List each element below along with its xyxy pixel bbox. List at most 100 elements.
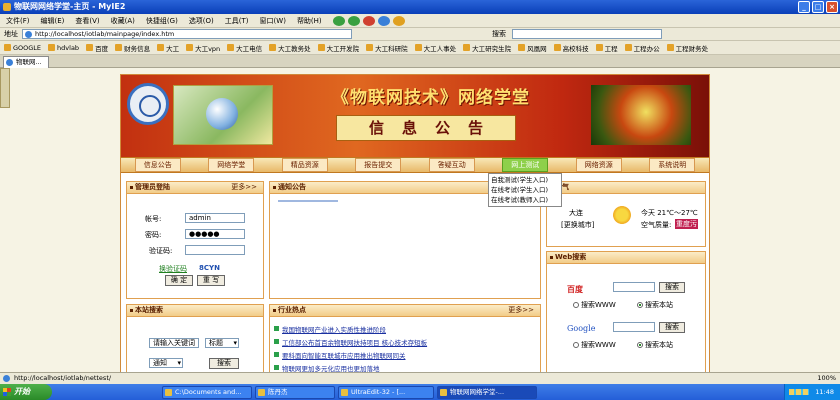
forward-icon[interactable]	[347, 15, 360, 26]
favorite-link[interactable]: 百度	[86, 43, 108, 53]
weather-temp: 今天 21℃～27℃	[641, 209, 698, 217]
menu-help[interactable]: 帮助(H)	[297, 16, 322, 26]
user-label: 帐号:	[145, 215, 162, 223]
browser-icon	[3, 3, 11, 11]
menu-view[interactable]: 查看(V)	[75, 16, 99, 26]
nav-qa[interactable]: 答疑互动	[428, 158, 475, 172]
username-input[interactable]: admin	[185, 213, 245, 223]
address-url: http://localhost/iotlab/mainpage/index.h…	[35, 30, 175, 38]
favorite-link[interactable]: 大工vpn	[186, 43, 220, 53]
radio-selected-icon	[637, 302, 643, 308]
banner-image-globe	[173, 85, 273, 145]
news-item[interactable]: 我国物联网产业进入实质性推进阶段	[274, 324, 386, 334]
baidu-search-input[interactable]	[613, 282, 655, 292]
menu-tools[interactable]: 工具(T)	[225, 16, 249, 26]
favorite-link[interactable]: 工程财务处	[666, 43, 708, 53]
code-input[interactable]	[185, 245, 245, 255]
taskbar-item-active[interactable]: 物联网网络学堂-...	[437, 385, 537, 399]
nav-net-resources[interactable]: 网络资源	[575, 158, 622, 172]
close-button[interactable]: ×	[826, 1, 838, 13]
chevron-down-icon: ▾	[233, 339, 237, 347]
menu-options[interactable]: 选项(O)	[189, 16, 214, 26]
search-input[interactable]	[512, 29, 662, 39]
taskbar-item[interactable]: 陈丹杰	[255, 385, 335, 399]
web-search-header: Web搜索	[547, 252, 705, 264]
stop-icon[interactable]	[362, 15, 375, 26]
menu-groups[interactable]: 快捷组(G)	[146, 16, 178, 26]
favorite-link[interactable]: hdvlab	[48, 44, 79, 52]
tab-main[interactable]: 物联网...	[3, 56, 49, 68]
nav-notices[interactable]: 信息公告	[134, 158, 181, 172]
code-label: 验证码:	[149, 247, 173, 255]
favorite-link[interactable]: GOOGLE	[4, 44, 41, 52]
google-option-www[interactable]: 搜索WWW	[573, 340, 616, 350]
nav-online-test[interactable]: 网上测试	[502, 158, 549, 172]
login-submit-button[interactable]: 确 定	[165, 275, 193, 286]
favorite-link[interactable]: 大工人事处	[414, 43, 456, 53]
baidu-search-button[interactable]: 搜索	[659, 282, 685, 293]
folder-icon	[595, 44, 603, 51]
nav-about[interactable]: 系统说明	[649, 158, 696, 172]
change-code-link[interactable]: 换验证码	[159, 264, 187, 274]
keyword-input[interactable]: 请输入关键词	[149, 338, 199, 348]
weather-panel-header: 天气	[547, 182, 705, 194]
menu-edit[interactable]: 编辑(E)	[41, 16, 65, 26]
home-icon[interactable]	[392, 15, 405, 26]
chevron-down-icon: ▾	[177, 359, 181, 367]
hot-more-link[interactable]: 更多>>	[508, 305, 534, 316]
google-search-button[interactable]: 搜索	[659, 322, 685, 333]
favorite-link[interactable]: 大工科研院	[366, 43, 408, 53]
captcha-image: 8CYN	[199, 264, 220, 272]
field-select[interactable]: 标题 ▾	[205, 338, 239, 348]
zoom-level[interactable]: 100%	[817, 373, 836, 384]
favorite-link[interactable]: 大工	[157, 43, 179, 53]
taskbar-item[interactable]: C:\Documents and...	[162, 385, 252, 399]
login-reset-button[interactable]: 重 写	[197, 275, 225, 286]
favorite-link[interactable]: 大工教务处	[269, 43, 311, 53]
site-page: 《物联网技术》网络学堂 信息公告 信息公告 网络学堂 精品资源 报告提交 答疑互…	[120, 74, 710, 374]
nav-report[interactable]: 报告提交	[355, 158, 402, 172]
address-input[interactable]: http://localhost/iotlab/mainpage/index.h…	[22, 29, 352, 39]
favorite-link[interactable]: 大工开发院	[317, 43, 359, 53]
login-more-link[interactable]: 更多>>	[231, 182, 257, 193]
dropdown-student-exam[interactable]: 在线考试(学生入口)	[491, 185, 559, 195]
start-button[interactable]: 开始	[0, 384, 52, 400]
news-item[interactable]: 工信部公布首百余物联网扶持项目 核心技术存短板	[274, 337, 427, 347]
notice-item[interactable]	[278, 200, 338, 202]
menu-favorites[interactable]: 收藏(A)	[111, 16, 135, 26]
change-city-link[interactable]: [更换城市]	[561, 220, 594, 230]
nav-classroom[interactable]: 网络学堂	[208, 158, 255, 172]
page-icon	[3, 375, 10, 382]
favorite-link[interactable]: 高校科技	[553, 43, 589, 53]
favorite-link[interactable]: 大工电信	[227, 43, 262, 53]
favorite-link[interactable]: 工程办公	[624, 43, 660, 53]
favorite-link[interactable]: 财务信息	[115, 43, 150, 53]
nav-resources[interactable]: 精品资源	[281, 158, 328, 172]
banner-image-fireworks	[591, 85, 691, 145]
online-test-dropdown: 自我测试(学生入口) 在线考试(学生入口) 在线考试(教师入口)	[488, 173, 562, 207]
news-item[interactable]: 要科面向智能互联城市应用推出物联网同关	[274, 350, 406, 360]
menu-file[interactable]: 文件(F)	[6, 16, 30, 26]
site-search-button[interactable]: 搜索	[209, 358, 239, 369]
type-select[interactable]: 通知 ▾	[149, 358, 183, 368]
maximize-button[interactable]: □	[812, 1, 824, 13]
sidebar-handle[interactable]	[0, 68, 10, 108]
minimize-button[interactable]: _	[798, 1, 810, 13]
google-option-site[interactable]: 搜索本站	[637, 340, 673, 350]
refresh-icon[interactable]	[377, 15, 390, 26]
favorite-link[interactable]: 风凰网	[518, 43, 547, 53]
baidu-option-www[interactable]: 搜索WWW	[573, 300, 616, 310]
back-icon[interactable]	[332, 15, 345, 26]
window-title: 物联网网络学堂-主页 - MyIE2	[14, 2, 126, 11]
login-panel-header: 管理员登陆 更多>>	[127, 182, 263, 194]
password-input[interactable]: ●●●●●	[185, 229, 245, 239]
hot-news-panel: 行业热点 更多>> 我国物联网产业进入实质性推进阶段 工信部公布首百余物联网扶持项…	[269, 304, 541, 373]
dropdown-teacher-exam[interactable]: 在线考试(教师入口)	[491, 195, 559, 205]
dropdown-self-test[interactable]: 自我测试(学生入口)	[491, 175, 559, 185]
favorite-link[interactable]: 工程	[595, 43, 618, 53]
taskbar-item[interactable]: UltraEdit-32 - [...	[338, 385, 434, 399]
menu-window[interactable]: 窗口(W)	[260, 16, 286, 26]
google-search-input[interactable]	[613, 322, 655, 332]
favorite-link[interactable]: 大工研究生院	[463, 43, 511, 53]
baidu-option-site[interactable]: 搜索本站	[637, 300, 673, 310]
